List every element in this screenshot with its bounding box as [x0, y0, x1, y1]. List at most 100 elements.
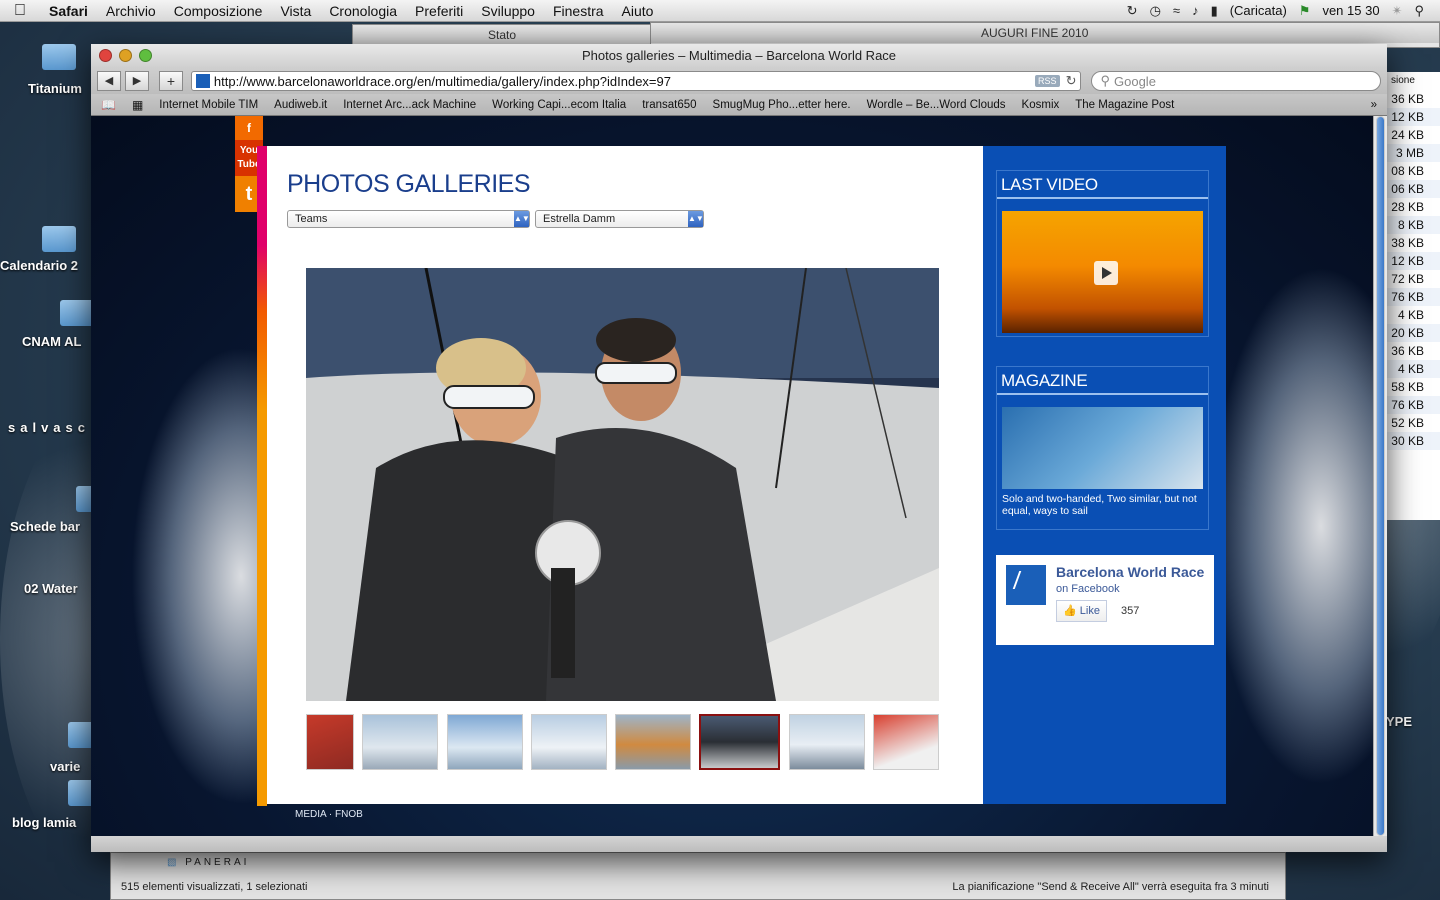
top-sites-grid-icon[interactable]: ▦ — [132, 98, 143, 112]
folder-item[interactable]: ▧ PANERAI — [167, 857, 249, 868]
file-size-cell: 4 KB — [1397, 308, 1424, 322]
magazine-caption[interactable]: Solo and two-handed, Two similar, but no… — [997, 493, 1208, 529]
fb-like-count: 357 — [1121, 605, 1140, 617]
facebook-widget: Barcelona World Race on Facebook 👍 Like … — [996, 555, 1214, 645]
spotlight-icon[interactable]: ⚲ — [1414, 3, 1424, 19]
column-header[interactable]: sione — [1387, 72, 1440, 90]
magazine-thumbnail[interactable] — [1002, 407, 1203, 489]
search-placeholder: Google — [1114, 73, 1156, 89]
barcelona-world-race-logo[interactable] — [1006, 565, 1046, 605]
safari-window: Photos galleries – Multimedia – Barcelon… — [91, 44, 1387, 852]
desktop-icon-label[interactable]: CNAM AL — [22, 334, 81, 349]
main-gallery-photo[interactable] — [306, 268, 939, 701]
url-text[interactable]: http://www.barcelonaworldrace.org/en/mul… — [214, 74, 1035, 89]
gallery-thumbnail[interactable] — [446, 714, 523, 770]
gallery-thumbnail[interactable] — [530, 714, 607, 770]
wifi-icon[interactable]: ≈ — [1173, 3, 1180, 18]
battery-icon[interactable]: ▮ — [1211, 3, 1218, 19]
gallery-thumbnail[interactable] — [788, 714, 865, 770]
folder-label: PANERAI — [185, 857, 250, 868]
window-bottom-bar — [91, 836, 1387, 852]
file-size-cell: 38 KB — [1391, 236, 1424, 250]
gallery-thumbnail[interactable] — [615, 714, 692, 770]
desktop-icon-label[interactable]: Calendario 2 — [0, 258, 78, 273]
menu-preferiti[interactable]: Preferiti — [406, 3, 472, 19]
page-title: PHOTOS GALLERIES — [287, 170, 531, 198]
window-title: AUGURI FINE 2010 — [651, 23, 1439, 43]
menu-aiuto[interactable]: Aiuto — [613, 3, 663, 19]
select-arrow-icon: ▲▼ — [514, 211, 530, 227]
rss-button[interactable]: RSS — [1035, 75, 1060, 87]
last-video-box: LAST VIDEO — [996, 170, 1209, 337]
category-select[interactable]: Teams ▲▼ — [287, 210, 530, 228]
bookmark-item[interactable]: Audiweb.it — [274, 99, 327, 111]
add-bookmark-button[interactable]: + — [158, 71, 183, 91]
gallery-panel: PHOTOS GALLERIES Teams ▲▼ Estrella Damm … — [267, 146, 983, 804]
folder-icon[interactable] — [60, 300, 94, 326]
search-input[interactable]: ⚲ Google — [1091, 71, 1382, 91]
bluetooth-icon[interactable]: ✴ — [1392, 3, 1403, 19]
bookmarks-book-icon[interactable]: 📖 — [101, 98, 116, 112]
thumbnail-strip — [306, 714, 939, 770]
fb-like-button[interactable]: 👍 Like — [1056, 600, 1107, 622]
scrollbar-thumb[interactable] — [1376, 116, 1385, 836]
zoom-button[interactable] — [139, 49, 152, 62]
menu-finestra[interactable]: Finestra — [544, 3, 613, 19]
bookmark-item[interactable]: SmugMug Pho...etter here. — [713, 99, 851, 111]
gallery-thumbnail-selected[interactable] — [699, 714, 781, 770]
bookmark-item[interactable]: Wordle – Be...Word Clouds — [867, 99, 1006, 111]
desktop-icon-label[interactable]: salvasc — [8, 420, 90, 435]
forward-button[interactable]: ▶ — [124, 71, 149, 91]
fb-page-name[interactable]: Barcelona World Race on Facebook — [1056, 565, 1206, 597]
folder-icon[interactable] — [42, 44, 76, 70]
play-icon[interactable] — [1094, 261, 1118, 285]
desktop-icon-label[interactable]: YPE — [1386, 714, 1412, 729]
bookmark-item[interactable]: Working Capi...ecom Italia — [492, 99, 626, 111]
vertical-scrollbar[interactable] — [1373, 116, 1387, 836]
facebook-icon[interactable]: f — [235, 116, 263, 140]
desktop-icon-label[interactable]: 02 Water — [24, 581, 78, 596]
close-button[interactable] — [99, 49, 112, 62]
file-size-cell: 28 KB — [1391, 200, 1424, 214]
bookmarks-overflow-icon[interactable]: » — [1371, 99, 1377, 111]
sync-icon[interactable]: ↻ — [1127, 3, 1138, 19]
file-size-cell: 12 KB — [1387, 108, 1440, 126]
bookmark-item[interactable]: The Magazine Post — [1075, 99, 1174, 111]
menubar-clock[interactable]: ven 15 30 — [1322, 3, 1379, 18]
gallery-thumbnail[interactable] — [362, 714, 439, 770]
file-size-cell: 52 KB — [1391, 416, 1424, 430]
file-size-cell: 3 MB — [1387, 144, 1440, 162]
bookmark-item[interactable]: transat650 — [642, 99, 696, 111]
bookmark-item[interactable]: Internet Mobile TIM — [159, 99, 258, 111]
file-size-cell: 72 KB — [1391, 272, 1424, 286]
gallery-thumbnail[interactable] — [872, 714, 939, 770]
desktop-icon-label[interactable]: Schede bar — [10, 519, 80, 534]
reload-icon[interactable]: ↻ — [1066, 73, 1077, 89]
footer-links[interactable]: MEDIA · FNOB — [295, 809, 363, 820]
desktop-icon-label[interactable]: blog lamia — [12, 815, 76, 830]
apple-menu-icon[interactable]:  — [0, 2, 40, 20]
menu-cronologia[interactable]: Cronologia — [320, 3, 406, 19]
menu-composizione[interactable]: Composizione — [165, 3, 272, 19]
time-machine-icon[interactable]: ◷ — [1150, 3, 1161, 19]
file-size-cell: 24 KB — [1391, 128, 1424, 142]
back-button[interactable]: ◀ — [97, 71, 121, 91]
url-bar[interactable]: http://www.barcelonaworldrace.org/en/mul… — [190, 71, 1082, 91]
desktop-icon-label[interactable]: Titanium — [28, 81, 82, 96]
menu-sviluppo[interactable]: Sviluppo — [472, 3, 544, 19]
team-select[interactable]: Estrella Damm ▲▼ — [535, 210, 704, 228]
gallery-thumbnail[interactable] — [306, 714, 354, 770]
bookmark-item[interactable]: Internet Arc...ack Machine — [343, 99, 476, 111]
menu-vista[interactable]: Vista — [271, 3, 320, 19]
file-size-cell: 12 KB — [1387, 252, 1440, 270]
menu-app[interactable]: Safari — [40, 3, 97, 19]
volume-icon[interactable]: ♪ — [1192, 3, 1199, 18]
flag-icon[interactable]: ⚑ — [1299, 3, 1311, 19]
desktop-icon-label[interactable]: varie — [50, 759, 80, 774]
folder-icon[interactable] — [42, 226, 76, 252]
bookmark-item[interactable]: Kosmix — [1022, 99, 1060, 111]
minimize-button[interactable] — [119, 49, 132, 62]
menu-archivio[interactable]: Archivio — [97, 3, 165, 19]
video-thumbnail[interactable] — [1002, 211, 1203, 333]
fb-page-title[interactable]: Barcelona World Race — [1056, 564, 1204, 580]
